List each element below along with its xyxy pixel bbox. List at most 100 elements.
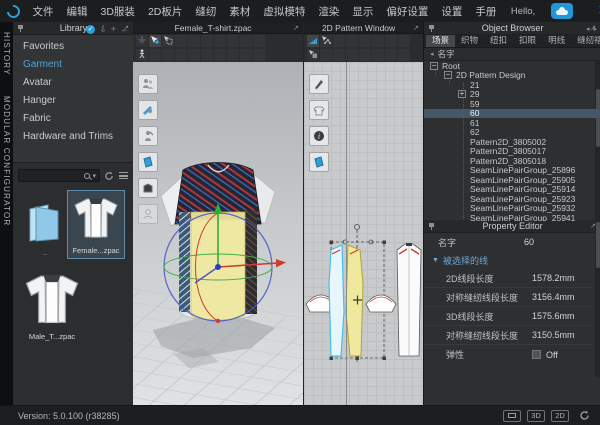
toolbar-slot[interactable] xyxy=(240,49,252,61)
viewport-2d-tab[interactable]: 2D Pattern Window xyxy=(304,23,413,33)
tree-row[interactable]: SeamLinePairGroup_25932 xyxy=(424,204,600,214)
toolbar-slot[interactable] xyxy=(385,49,397,61)
show-garment-icon[interactable] xyxy=(138,178,158,198)
tree-row[interactable]: 60 xyxy=(424,109,600,119)
add-icon[interactable]: + xyxy=(111,25,116,34)
select-move-icon[interactable] xyxy=(149,35,161,47)
modular-configurator-tab[interactable]: MODULAR CONFIGURATOR xyxy=(2,86,11,236)
viewport-2d-canvas[interactable]: i xyxy=(304,62,423,405)
object-browser-tab[interactable]: 明线 xyxy=(542,35,571,47)
sync-icon[interactable]: ✓ xyxy=(86,25,95,34)
toolbar-slot[interactable] xyxy=(149,49,161,61)
tree-row[interactable]: Pattern2D_3805002 xyxy=(424,137,600,147)
toolbar-slot[interactable] xyxy=(188,49,200,61)
back-icon[interactable]: ← xyxy=(120,25,129,34)
thumbnail-male-tshirt[interactable]: Male_T...zpac xyxy=(21,271,83,341)
toolbar-slot[interactable] xyxy=(227,49,239,61)
object-browser-tab[interactable]: 扣眼 xyxy=(513,35,542,47)
menu-item[interactable]: 编辑 xyxy=(60,4,94,19)
menu-item[interactable]: 设置 xyxy=(435,4,469,19)
tree-row[interactable]: − 2D Pattern Design xyxy=(424,71,600,81)
pattern-info-icon[interactable]: i xyxy=(309,126,329,146)
property-value[interactable]: 3150.5mm xyxy=(532,330,575,340)
menu-item[interactable]: 文件 xyxy=(26,4,60,19)
toolbar-slot[interactable] xyxy=(214,35,226,47)
menu-item[interactable]: 显示 xyxy=(346,4,380,19)
property-value[interactable]: 3156.4mm xyxy=(532,292,575,302)
show-3d-pattern-icon[interactable] xyxy=(138,152,158,172)
library-nav-item[interactable]: Hardware and Trims xyxy=(13,127,133,145)
show-avatar-pose-icon[interactable] xyxy=(138,126,158,146)
toolbar-slot[interactable] xyxy=(320,49,332,61)
list-view-icon[interactable] xyxy=(119,172,128,179)
show-avatar-icon[interactable] xyxy=(138,74,158,94)
layout-view-button[interactable]: 2D xyxy=(551,410,569,422)
pen-tool-icon[interactable] xyxy=(309,74,329,94)
selected-line-section[interactable]: ▼ 被选择的线 xyxy=(424,251,600,269)
toolbar-slot[interactable] xyxy=(253,49,265,61)
property-value[interactable]: 1575.6mm xyxy=(532,311,575,321)
refresh-icon[interactable] xyxy=(104,171,114,181)
menu-item[interactable]: 渲染 xyxy=(312,4,346,19)
property-scrollbar[interactable] xyxy=(595,220,600,377)
tree-row[interactable]: 61 xyxy=(424,118,600,128)
popout-icon[interactable]: ↗ xyxy=(413,24,419,32)
tree-expander-icon[interactable]: − xyxy=(444,71,452,79)
create-pattern-icon[interactable] xyxy=(307,49,319,61)
viewport-3d-canvas[interactable] xyxy=(133,62,303,405)
simulation-button[interactable]: SIMULATION ▾ xyxy=(589,6,600,17)
toolbar-slot[interactable] xyxy=(162,49,174,61)
tree-row[interactable]: SeamLinePairGroup_25896 xyxy=(424,166,600,176)
tree-row[interactable]: SeamLinePairGroup_25923 xyxy=(424,194,600,204)
layout-view-button[interactable] xyxy=(503,410,521,422)
download-icon[interactable]: ⇩ xyxy=(99,25,107,34)
show-avatar-style-icon[interactable] xyxy=(138,100,158,120)
toolbar-slot[interactable] xyxy=(214,49,226,61)
toolbar-slot[interactable] xyxy=(346,35,358,47)
popout-icon[interactable]: ↗ xyxy=(293,24,299,32)
tree-row[interactable]: SeamLinePairGroup_25941 xyxy=(424,213,600,221)
section-collapse-icon[interactable]: ▼ xyxy=(432,257,439,264)
transform-pattern-icon[interactable] xyxy=(307,35,319,47)
show-avatar-head-icon[interactable] xyxy=(138,204,158,224)
property-scrollbar-thumb[interactable] xyxy=(596,222,600,268)
parent-folder-tile[interactable]: .. xyxy=(23,203,67,257)
toolbar-slot[interactable] xyxy=(333,49,345,61)
menu-item[interactable]: 偏好设置 xyxy=(380,4,435,19)
thumbnail-female-tshirt[interactable]: Female...zpac xyxy=(68,191,124,258)
toolbar-slot[interactable] xyxy=(175,35,187,47)
elastic-checkbox[interactable] xyxy=(532,350,541,359)
layout-view-button[interactable]: 3D xyxy=(527,410,545,422)
toolbar-slot[interactable] xyxy=(398,35,410,47)
toolbar-slot[interactable] xyxy=(253,35,265,47)
reset-layout-icon[interactable] xyxy=(579,410,590,421)
property-name-value[interactable]: 60 xyxy=(524,237,534,247)
tree-row[interactable]: 21 xyxy=(424,80,600,90)
object-browser-tab[interactable]: 织物 xyxy=(455,35,484,47)
pin-icon[interactable] xyxy=(17,25,24,32)
object-browser-tab[interactable]: 纽扣 xyxy=(484,35,513,47)
library-nav-item[interactable]: Garment xyxy=(13,55,133,73)
library-nav-item[interactable]: Fabric xyxy=(13,109,133,127)
library-nav-item[interactable]: Favorites xyxy=(13,37,133,55)
menu-item[interactable]: 手册 xyxy=(469,4,503,19)
toolbar-slot[interactable] xyxy=(227,35,239,47)
rectangle-select-icon[interactable] xyxy=(162,35,174,47)
toolbar-slot[interactable] xyxy=(346,49,358,61)
pin-icon[interactable] xyxy=(428,25,435,32)
toolbar-slot[interactable] xyxy=(175,49,187,61)
menu-item[interactable]: 3D服装 xyxy=(94,4,141,19)
viewport-3d-tab[interactable]: Female_T-shirt.zpac xyxy=(133,23,293,33)
library-nav-item[interactable]: Hanger xyxy=(13,91,133,109)
toolbar-slot[interactable] xyxy=(398,49,410,61)
menu-item[interactable]: 虚拟模特 xyxy=(257,4,312,19)
simulate-icon[interactable] xyxy=(136,35,148,47)
library-nav-item[interactable]: Avatar xyxy=(13,73,133,91)
tree-row[interactable]: SeamLinePairGroup_25905 xyxy=(424,175,600,185)
show-2d-pattern-icon[interactable] xyxy=(309,152,329,172)
toolbar-slot[interactable] xyxy=(188,35,200,47)
toolbar-slot[interactable] xyxy=(359,35,371,47)
property-value[interactable]: 1578.2mm xyxy=(532,273,575,283)
tree-column-header[interactable]: ◂ 名字 xyxy=(424,48,600,61)
toolbar-slot[interactable] xyxy=(385,35,397,47)
